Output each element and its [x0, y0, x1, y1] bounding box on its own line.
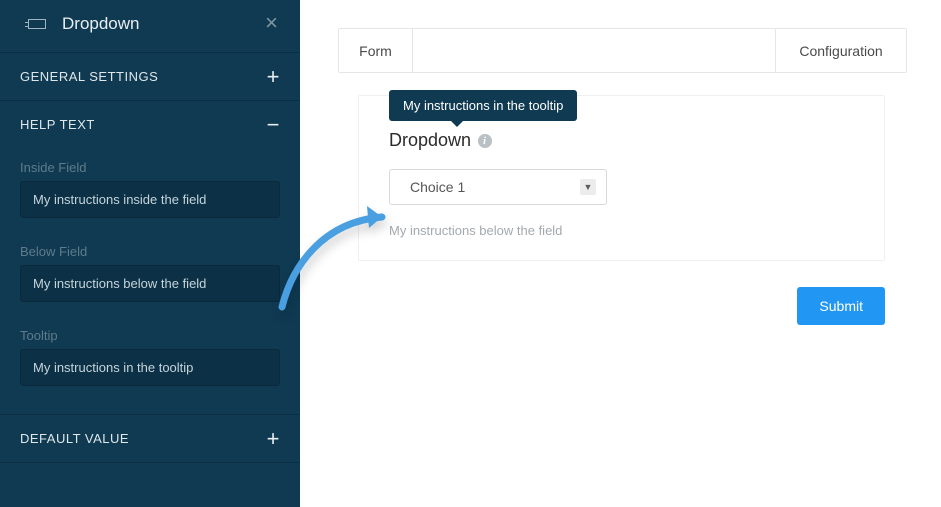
form-card: My instructions in the tooltip Dropdown …	[358, 95, 885, 261]
tab-spacer	[413, 29, 776, 72]
below-field-label: Below Field	[0, 232, 300, 265]
field-header: Dropdown i	[389, 130, 854, 151]
section-help-header[interactable]: HELP TEXT −	[0, 101, 300, 148]
inside-field-input[interactable]	[20, 181, 280, 218]
section-general: GENERAL SETTINGS +	[0, 52, 300, 100]
settings-sidebar: Dropdown × GENERAL SETTINGS + HELP TEXT …	[0, 0, 300, 507]
tooltip-text: My instructions in the tooltip	[403, 98, 563, 113]
dropdown-select[interactable]: Choice 1 ▼	[389, 169, 607, 205]
collapse-icon: −	[267, 118, 280, 132]
tooltip-field-label: Tooltip	[0, 316, 300, 349]
main-panel: Form Configuration My instructions in th…	[300, 0, 941, 507]
chevron-down-icon: ▼	[580, 179, 596, 195]
section-default-label: DEFAULT VALUE	[20, 431, 129, 446]
below-field-help-text: My instructions below the field	[389, 223, 854, 238]
tab-form[interactable]: Form	[339, 29, 413, 72]
submit-button[interactable]: Submit	[797, 287, 885, 325]
sidebar-header: Dropdown ×	[0, 0, 300, 52]
tab-configuration[interactable]: Configuration	[776, 29, 906, 72]
tooltip-field-input[interactable]	[20, 349, 280, 386]
close-icon[interactable]: ×	[265, 10, 278, 36]
info-icon[interactable]: i	[478, 134, 492, 148]
dropdown-selected-value: Choice 1	[410, 179, 465, 195]
dropdown-field-label: Dropdown	[389, 130, 471, 151]
sidebar-title: Dropdown	[62, 14, 140, 34]
below-field-input[interactable]	[20, 265, 280, 302]
section-default-value: DEFAULT VALUE +	[0, 414, 300, 463]
tooltip-bubble: My instructions in the tooltip	[389, 90, 577, 121]
section-help-label: HELP TEXT	[20, 117, 95, 132]
expand-icon: +	[267, 70, 280, 84]
section-default-header[interactable]: DEFAULT VALUE +	[0, 415, 300, 462]
section-general-label: GENERAL SETTINGS	[20, 69, 158, 84]
expand-icon: +	[267, 432, 280, 446]
section-help-text: HELP TEXT − Inside Field Below Field Too…	[0, 100, 300, 414]
field-type-icon	[28, 19, 46, 29]
section-general-header[interactable]: GENERAL SETTINGS +	[0, 53, 300, 100]
inside-field-label: Inside Field	[0, 148, 300, 181]
tab-bar: Form Configuration	[338, 28, 907, 73]
